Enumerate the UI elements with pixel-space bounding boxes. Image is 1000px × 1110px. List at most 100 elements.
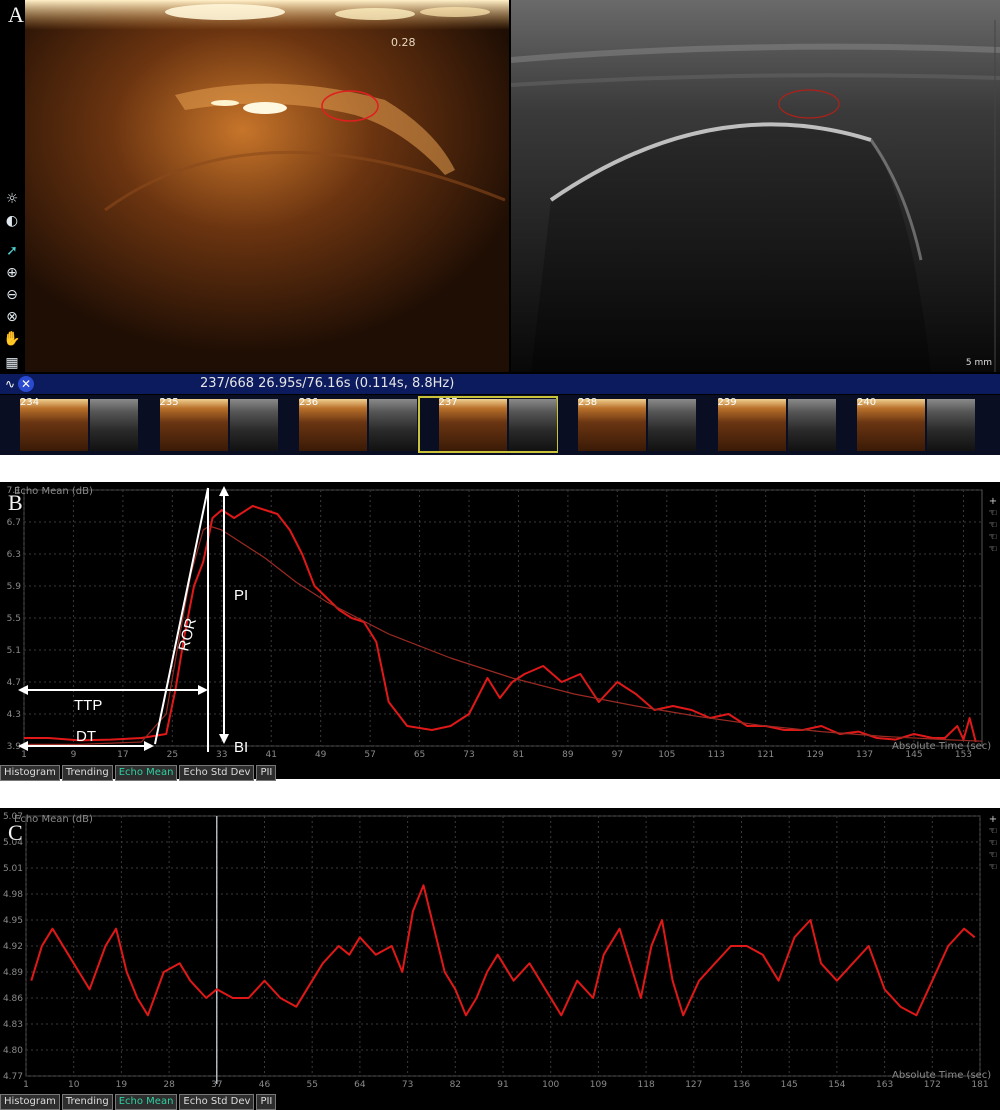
zoom-in-icon[interactable]: ⊕ [3, 264, 21, 282]
x-tick-label: 181 [971, 1080, 988, 1090]
y-tick-label: 5.9 [7, 582, 22, 592]
filmstrip-frame[interactable]: 240 [837, 397, 975, 452]
chart-side-buttons[interactable]: + ☜ ☜ ☜ ☜ [986, 814, 1000, 874]
x-tick-label: 64 [354, 1080, 366, 1090]
tab-histogram[interactable]: Histogram [0, 765, 60, 781]
bmode-image-view[interactable]: 5 mm [511, 0, 1000, 372]
y-tick-label: 5.5 [7, 614, 21, 624]
pointer-icon[interactable]: ➚ [3, 242, 21, 260]
y-tick-label: 6.3 [7, 550, 21, 560]
pan-hand-icon[interactable]: ✋ [3, 330, 21, 348]
x-tick-label: 89 [562, 750, 574, 760]
x-tick-label: 129 [807, 750, 824, 760]
x-tick-label: 73 [402, 1080, 413, 1090]
zoom-reset-icon[interactable]: ⊗ [3, 308, 21, 326]
filmstrip-frame[interactable]: 234 [0, 397, 138, 452]
x-tick-label: 17 [117, 750, 128, 760]
tab-trending[interactable]: Trending [61, 765, 113, 781]
tab-pii[interactable]: PII [256, 1094, 277, 1110]
y-tick-label: 4.7 [7, 678, 21, 688]
filmstrip-frame[interactable]: 236 [279, 397, 417, 452]
y-axis-label: Echo Mean (dB) [14, 486, 93, 497]
x-tick-label: 73 [463, 750, 474, 760]
y-tick-label: 5.1 [7, 646, 21, 656]
x-tick-label: 118 [638, 1080, 655, 1090]
tab-histogram[interactable]: Histogram [0, 1094, 60, 1110]
y-tick-label: 4.92 [3, 942, 23, 952]
x-tick-label: 91 [497, 1080, 508, 1090]
close-circle-icon[interactable]: ✕ [18, 376, 34, 392]
frame-number: 234 [20, 397, 40, 408]
filmstrip-frame[interactable]: 238 [558, 397, 696, 452]
x-tick-label: 19 [116, 1080, 128, 1090]
x-tick-label: 172 [924, 1080, 941, 1090]
frame-number: 239 [717, 397, 737, 408]
tab-echo-mean[interactable]: Echo Mean [114, 1094, 178, 1110]
frame-status-text: 237/668 26.95s/76.16s (0.114s, 8.8Hz) [200, 376, 455, 391]
bmode-image [511, 0, 1000, 372]
frame-number: 238 [578, 397, 598, 408]
ttp-label: TTP [74, 697, 102, 714]
tab-echo-mean[interactable]: Echo Mean [114, 765, 178, 781]
contrast-image [25, 0, 509, 372]
panel-label-c: C [8, 820, 23, 845]
tab-trending[interactable]: Trending [61, 1094, 113, 1110]
contrast-icon[interactable]: ◐ [3, 212, 21, 230]
x-tick-label: 113 [708, 750, 725, 760]
x-tick-label: 25 [167, 750, 178, 760]
x-tick-label: 127 [685, 1080, 702, 1090]
x-tick-label: 28 [163, 1080, 175, 1090]
x-tick-label: 163 [876, 1080, 893, 1090]
y-tick-label: 5.01 [3, 864, 23, 874]
x-tick-label: 1 [21, 750, 27, 760]
pi-label: PI [234, 587, 248, 604]
chart-tabs: Histogram Trending Echo Mean Echo Std Dev PI… [0, 765, 277, 781]
time-intensity-chart-panel: 3.9 4.3 4.7 5.1 5.5 5.9 6.3 6.7 7.1 1 9 17 25 33 41 49 5… [0, 482, 1000, 781]
tab-echo-std-dev[interactable]: Echo Std Dev [179, 1094, 255, 1110]
bi-label: BI [234, 739, 248, 756]
tab-echo-std-dev[interactable]: Echo Std Dev [179, 765, 255, 781]
x-tick-label: 100 [542, 1080, 559, 1090]
panel-label-b: B [8, 490, 23, 515]
y-tick-label: 4.98 [3, 890, 23, 900]
panel-label-a: A [8, 2, 24, 27]
x-tick-label: 136 [733, 1080, 750, 1090]
x-tick-label: 55 [306, 1080, 317, 1090]
frame-number: 240 [857, 397, 877, 408]
x-tick-label: 109 [590, 1080, 607, 1090]
baseline-chart: 4.774.804.834.864.894.924.954.985.015.04… [3, 812, 989, 1090]
contrast-image-view[interactable]: 0.28 [25, 0, 509, 372]
x-tick-label: 145 [781, 1080, 798, 1090]
dt-label: DT [76, 728, 96, 745]
y-tick-label: 4.89 [3, 968, 23, 978]
frame-number: 235 [159, 397, 179, 408]
scale-label: 5 mm [965, 358, 992, 368]
tab-pii[interactable]: PII [256, 765, 277, 781]
y-tick-label: 4.77 [3, 1072, 23, 1082]
filmstrip-frame[interactable]: 239 [698, 397, 836, 452]
chart-side-buttons[interactable]: + ☜ ☜ ☜ ☜ [986, 496, 1000, 556]
y-tick-label: 4.3 [7, 710, 21, 720]
chart-tabs: Histogram Trending Echo Mean Echo Std Dev PI… [0, 1094, 277, 1110]
zoom-out-icon[interactable]: ⊖ [3, 286, 21, 304]
status-bar: ∿ ✕ 237/668 26.95s/76.16s (0.114s, 8.8Hz… [0, 374, 1000, 394]
contrast-value-label: 0.28 [391, 36, 416, 49]
filmstrip-frame[interactable]: 235 [140, 397, 278, 452]
x-tick-label: 137 [856, 750, 873, 760]
x-axis-label: Absolute Time (sec) [892, 741, 992, 752]
x-tick-label: 81 [513, 750, 524, 760]
y-tick-label: 4.83 [3, 1020, 23, 1030]
x-axis-label: Absolute Time (sec) [892, 1070, 992, 1081]
waveform-icon[interactable]: ∿ [2, 376, 18, 392]
grid-icon[interactable]: ▦ [3, 354, 21, 372]
y-tick-label: 6.7 [7, 518, 21, 528]
brightness-icon[interactable]: ☼ [3, 190, 21, 208]
x-tick-label: 154 [828, 1080, 845, 1090]
filmstrip-frame[interactable]: 237 [417, 396, 558, 453]
x-tick-label: 105 [658, 750, 675, 760]
y-tick-label: 3.9 [7, 742, 22, 752]
time-intensity-chart: 3.94.34.75.15.55.96.36.77.11 9 17 25 33 41 49 5… [7, 486, 983, 760]
x-tick-label: 82 [450, 1080, 461, 1090]
x-tick-label: 97 [612, 750, 623, 760]
y-tick-label: 4.95 [3, 916, 23, 926]
